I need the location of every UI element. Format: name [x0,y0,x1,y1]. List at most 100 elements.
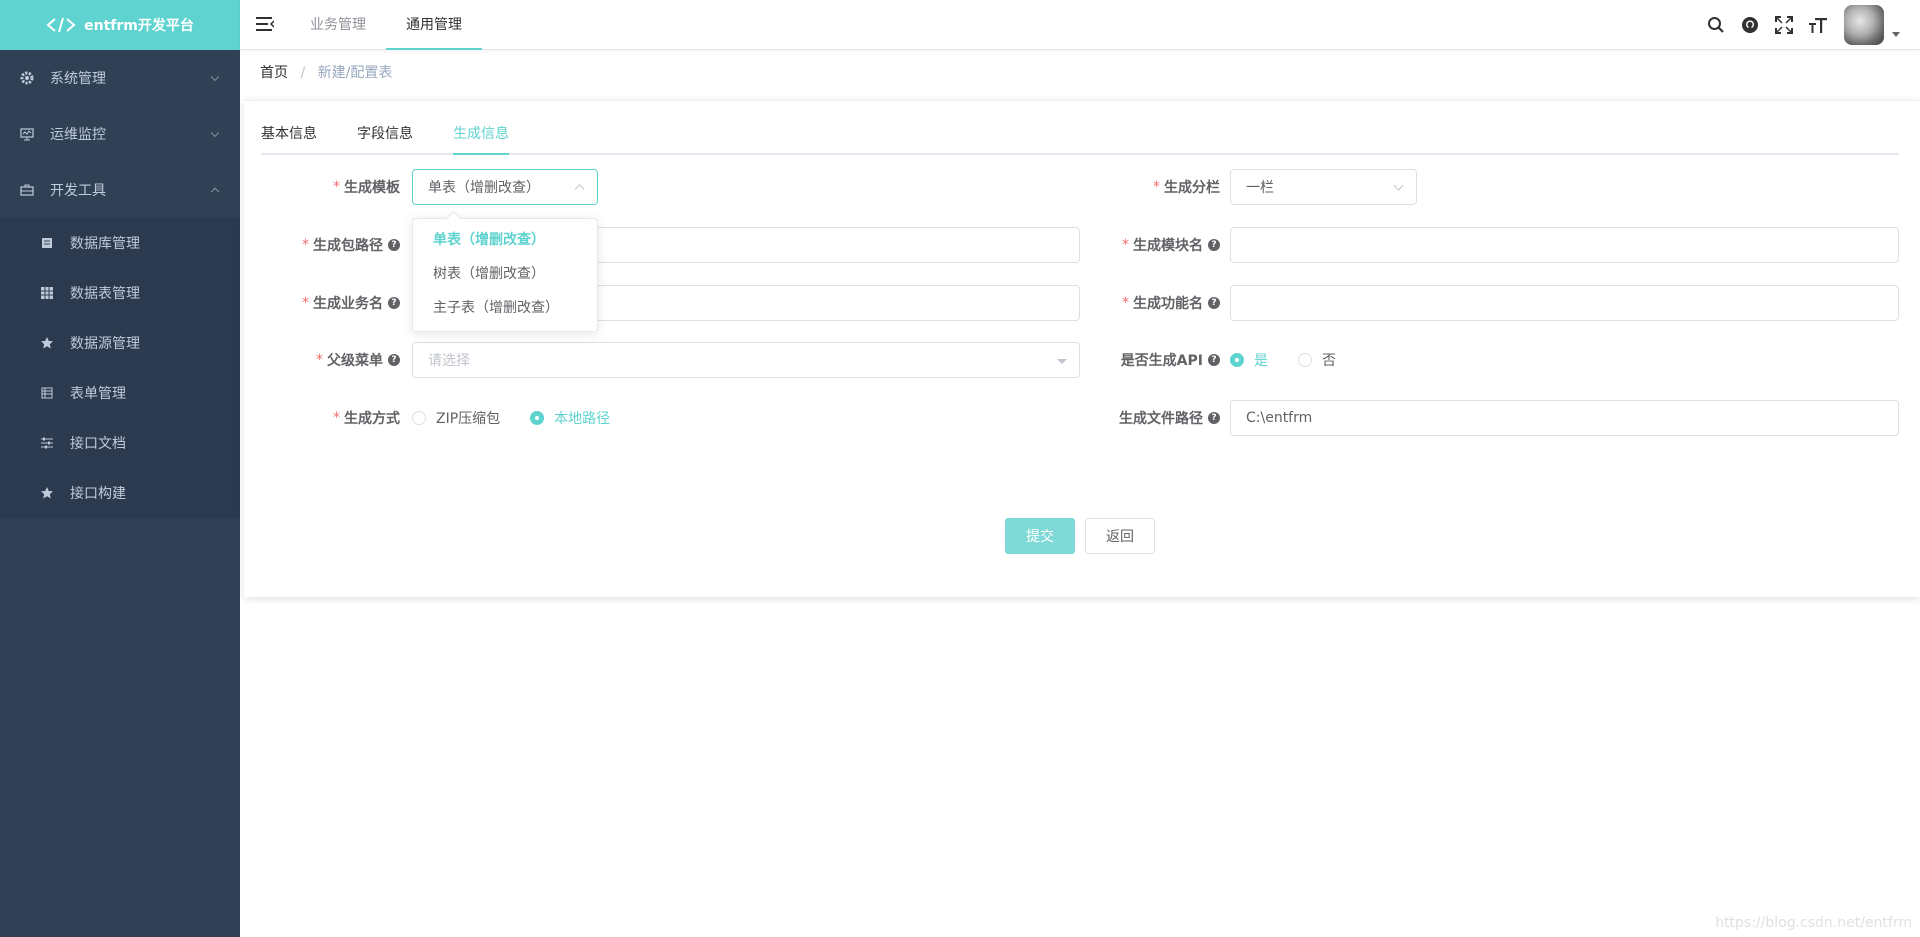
form-icon [40,386,54,400]
template-option-single[interactable]: 单表（增删改查） [413,223,597,257]
gen-type-zip-radio[interactable]: ZIP压缩包 [412,408,500,428]
devtools-submenu: 数据库管理 数据表管理 数据源管理 表单管理 接口文档 接口构建 [0,218,240,518]
parent-menu-select[interactable]: 请选择 [412,342,1080,378]
radio-label: 否 [1322,353,1336,369]
function-name-input[interactable] [1230,285,1899,321]
sidebar-group-label: 运维监控 [50,127,106,143]
star-icon [40,336,54,350]
gen-api-yes-radio[interactable]: 是 [1230,350,1268,370]
required-mark: * [333,410,340,426]
label-text: 生成功能名 [1133,296,1203,312]
sidebar-group-system[interactable]: 系统管理 [0,50,240,106]
sidebar-item-api-build[interactable]: 接口构建 [0,468,240,518]
briefcase-icon [20,183,34,197]
function-name-label: * 生成功能名? [1080,285,1220,321]
required-mark: * [302,295,309,311]
help-icon[interactable]: ? [1208,354,1220,366]
chevron-up-icon [574,184,585,195]
topbar: 业务管理 通用管理 [240,0,1920,50]
tab-basic-info[interactable]: 基本信息 [261,116,317,155]
label-text: 是否生成API [1120,353,1203,369]
app-logo[interactable]: entfrm开发平台 [0,0,240,50]
breadcrumb-home[interactable]: 首页 [260,65,288,81]
label-text: 生成文件路径 [1119,411,1203,427]
search-icon[interactable] [1706,15,1726,35]
template-option-master-child[interactable]: 主子表（增删改查） [413,291,597,325]
business-name-label: * 生成业务名? [260,285,400,321]
radio-dot [1298,353,1312,367]
database-icon [40,236,54,250]
caret-down-icon[interactable] [1892,31,1900,37]
help-icon[interactable]: ? [388,297,400,309]
help-icon[interactable]: ? [388,354,400,366]
columns-select[interactable]: 一栏 [1230,169,1417,205]
sidebar-item-api-docs[interactable]: 接口文档 [0,418,240,468]
top-nav: 业务管理 通用管理 [290,0,482,50]
sidebar-item-label: 数据库管理 [70,236,140,252]
package-path-label: * 生成包路径? [260,227,400,263]
tab-bar: 基本信息 字段信息 生成信息 [261,116,1899,155]
radio-dot [530,411,545,425]
template-option-tree[interactable]: 树表（增删改查） [413,257,597,291]
radio-dot [412,411,426,425]
help-icon[interactable]: ? [1208,412,1220,424]
sidebar-item-label: 接口构建 [70,486,126,502]
caret-down-icon [1057,359,1067,364]
sidebar-group-devtools[interactable]: 开发工具 [0,162,240,218]
app-title: entfrm开发平台 [84,18,194,34]
help-icon[interactable]: ? [1208,297,1220,309]
chevron-up-icon [210,187,220,197]
columns-label: * 生成分栏 [1080,169,1220,205]
template-dropdown: 单表（增删改查） 树表（增删改查） 主子表（增删改查） [412,218,598,332]
hamburger-icon[interactable] [256,16,275,32]
module-name-input[interactable] [1230,227,1899,263]
table-grid-icon [40,286,54,300]
help-icon[interactable]: ? [388,239,400,251]
sidebar-group-monitor[interactable]: 运维监控 [0,106,240,162]
radio-label: 是 [1254,353,1268,369]
gear-icon [20,71,34,85]
back-button[interactable]: 返回 [1085,518,1155,554]
gen-type-local-radio[interactable]: 本地路径 [530,408,610,428]
breadcrumb-current: 新建/配置表 [317,65,393,81]
chevron-down-icon [210,72,220,82]
font-size-icon[interactable] [1808,15,1828,35]
top-nav-business[interactable]: 业务管理 [290,0,386,50]
avatar[interactable] [1844,5,1884,45]
required-mark: * [333,179,340,195]
gen-type-radio-group: ZIP压缩包 本地路径 [412,400,640,436]
sidebar-item-label: 接口文档 [70,436,126,452]
template-select[interactable]: 单表（增删改查） [412,169,598,205]
tab-generate-info[interactable]: 生成信息 [453,116,509,155]
help-icon[interactable]: ? [1208,239,1220,251]
gen-path-label: 生成文件路径? [1080,400,1220,436]
chevron-down-icon [210,128,220,138]
sidebar-item-database[interactable]: 数据库管理 [0,218,240,268]
sidebar-item-forms[interactable]: 表单管理 [0,368,240,418]
tab-field-info[interactable]: 字段信息 [357,116,413,155]
sidebar-item-label: 表单管理 [70,386,126,402]
radio-label: 本地路径 [554,411,611,427]
star-icon [40,486,54,500]
github-icon[interactable] [1740,15,1760,35]
parent-menu-label: * 父级菜单? [260,342,400,378]
sidebar-item-datasource[interactable]: 数据源管理 [0,318,240,368]
module-name-label: * 生成模块名? [1080,227,1220,263]
sidebar-item-tables[interactable]: 数据表管理 [0,268,240,318]
sidebar: entfrm开发平台 系统管理 运维监控 开发工具 数据库管理 数据表管理 数据… [0,0,240,937]
breadcrumb: 首页 / 新建/配置表 [260,62,392,82]
gen-path-value: C:\entfrm [1246,410,1313,426]
gen-type-label: * 生成方式 [260,400,400,436]
fullscreen-icon[interactable] [1774,15,1794,35]
template-select-value: 单表（增删改查） [428,180,540,196]
required-mark: * [1153,179,1160,195]
submit-button[interactable]: 提交 [1005,518,1075,554]
label-text: 父级菜单 [327,353,383,369]
gen-api-no-radio[interactable]: 否 [1298,350,1336,370]
gen-path-input[interactable]: C:\entfrm [1230,400,1899,436]
watermark: https://blog.csdn.net/entfrm [1715,915,1912,931]
required-mark: * [302,237,309,253]
label-text: 生成业务名 [313,296,383,312]
top-nav-common[interactable]: 通用管理 [386,0,482,50]
sidebar-group-label: 系统管理 [50,71,106,87]
